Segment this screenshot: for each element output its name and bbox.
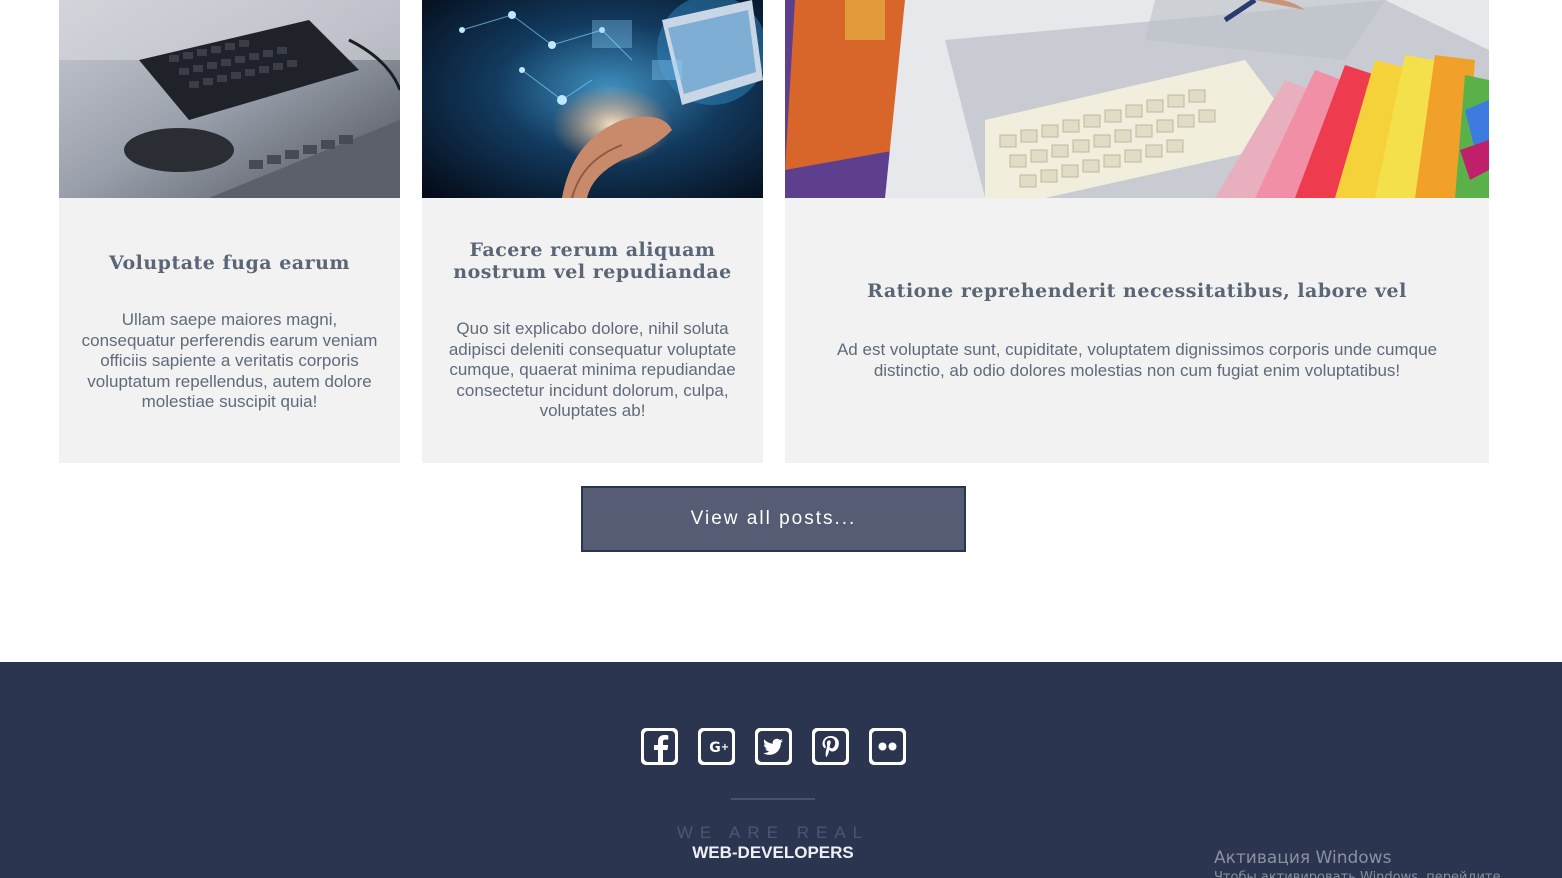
post-card[interactable]: Voluptate fuga earum Ullam saepe maiores…	[59, 0, 400, 463]
windows-activation-title: Активация Windows	[1214, 848, 1392, 868]
post-content: Voluptate fuga earum Ullam saepe maiores…	[59, 198, 400, 463]
footer-tagline: WE ARE REAL	[676, 823, 870, 842]
flickr-icon[interactable]	[869, 728, 906, 765]
page: Voluptate fuga earum Ullam saepe maiores…	[0, 0, 1562, 878]
svg-text:G: G	[709, 740, 721, 756]
pinterest-icon[interactable]	[812, 728, 849, 765]
post-excerpt: Ullam saepe maiores magni, consequatur p…	[81, 310, 378, 412]
google-plus-icon[interactable]: G +	[698, 728, 735, 765]
post-card[interactable]: Facere rerum aliquam nostrum vel repudia…	[422, 0, 763, 463]
post-excerpt: Ad est voluptate sunt, cupiditate, volup…	[836, 340, 1438, 380]
view-all-posts-button[interactable]: View all posts...	[581, 486, 966, 552]
post-image-hand-laptop[interactable]	[422, 0, 763, 198]
svg-text:+: +	[721, 742, 729, 753]
post-content: Facere rerum aliquam nostrum vel repudia…	[422, 198, 763, 463]
post-title[interactable]: Facere rerum aliquam nostrum vel repudia…	[444, 239, 741, 283]
post-title[interactable]: Ratione reprehenderit necessitatibus, la…	[867, 280, 1407, 302]
twitter-icon[interactable]	[755, 728, 792, 765]
post-excerpt: Quo sit explicabo dolore, nihil soluta a…	[448, 319, 737, 421]
facebook-icon[interactable]	[641, 728, 678, 765]
post-title[interactable]: Voluptate fuga earum	[109, 252, 350, 274]
post-image-color-swatches[interactable]	[785, 0, 1489, 198]
post-content: Ratione reprehenderit necessitatibus, la…	[785, 198, 1489, 463]
social-links: G +	[641, 728, 906, 765]
post-card[interactable]: Ratione reprehenderit necessitatibus, la…	[785, 0, 1489, 463]
post-image-keyboard[interactable]	[59, 0, 400, 198]
windows-activation-subtitle: Чтобы активировать Windows, перейдите	[1214, 870, 1501, 878]
footer-divider	[731, 798, 815, 800]
